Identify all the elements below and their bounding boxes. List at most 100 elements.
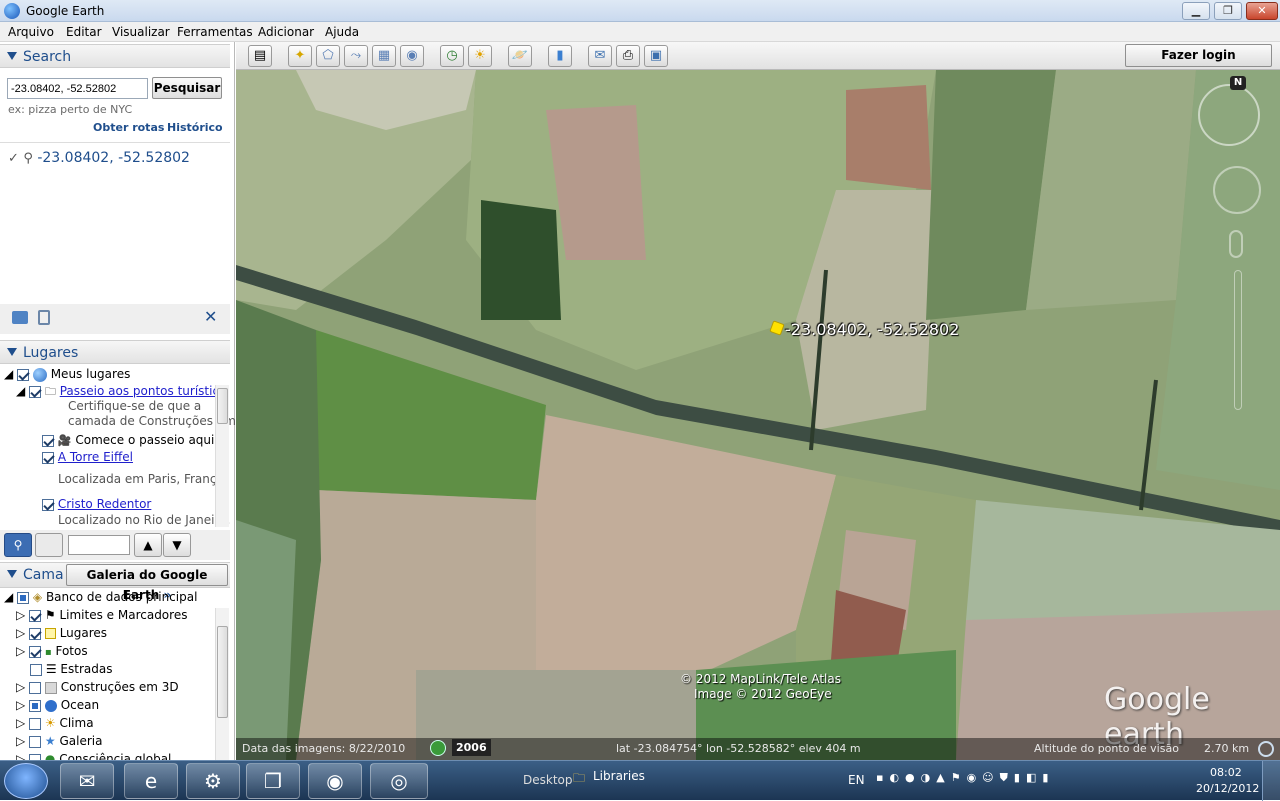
move-down-icon[interactable]: ▼ <box>163 533 191 557</box>
checkbox[interactable] <box>30 663 42 676</box>
system-tray-icons[interactable]: ▪◐●◑▲⚑◉☺⛊▮◧▮ <box>876 771 1096 789</box>
places-header[interactable]: Lugares <box>0 340 230 364</box>
tree-item-label[interactable]: Cristo Redentor <box>58 497 152 511</box>
layer-item-photos[interactable]: ▷ ▪ Fotos <box>16 644 88 658</box>
layer-item-weather[interactable]: ▷ ☀ Clima <box>16 716 94 730</box>
save-image-icon[interactable]: ▣ <box>644 45 668 67</box>
collapse-triangle-icon[interactable] <box>7 570 17 578</box>
checkbox[interactable] <box>29 609 42 622</box>
zoom-slider[interactable] <box>1234 270 1242 410</box>
historical-imagery-icon[interactable]: ◷ <box>440 45 464 67</box>
placemark-label[interactable]: -23.08402, -52.52802 <box>785 320 959 339</box>
compass-ring[interactable] <box>1198 84 1260 146</box>
checkbox[interactable] <box>42 451 54 464</box>
search-header[interactable]: Search <box>0 44 230 68</box>
collapse-triangle-icon[interactable] <box>7 348 17 356</box>
email-icon[interactable]: ✉ <box>588 45 612 67</box>
menu-visualizar[interactable]: Visualizar <box>112 25 170 39</box>
layer-item-places[interactable]: ▷ Lugares <box>16 626 107 640</box>
tree-item-cristo[interactable]: Cristo Redentor <box>42 497 151 511</box>
search-icon[interactable]: ⚲ <box>4 533 32 557</box>
add-path-icon[interactable]: ⤳ <box>344 45 368 67</box>
planets-icon[interactable]: 🪐 <box>508 45 532 67</box>
start-button[interactable] <box>4 763 48 799</box>
search-input[interactable] <box>7 78 148 99</box>
places-scrollbar[interactable] <box>215 385 229 527</box>
record-tour-icon[interactable]: ◉ <box>400 45 424 67</box>
history-link[interactable]: Histórico <box>167 121 223 134</box>
taskbar-firefox-icon[interactable]: ◉ <box>308 763 362 799</box>
menu-arquivo[interactable]: Arquivo <box>8 25 54 39</box>
panel-icon[interactable] <box>35 533 63 557</box>
layer-item-3d-buildings[interactable]: ▷ Construções em 3D <box>16 680 179 694</box>
north-icon[interactable]: N <box>1230 76 1246 90</box>
historical-year[interactable]: 2006 <box>452 739 491 756</box>
add-overlay-icon[interactable]: ▦ <box>372 45 396 67</box>
desktop-toolbar[interactable]: Desktop <box>523 773 573 787</box>
taskbar-window-icon[interactable]: ❐ <box>246 763 300 799</box>
places-filter-input[interactable] <box>68 535 130 555</box>
clock-icon[interactable] <box>430 740 446 756</box>
street-view-icon[interactable] <box>1229 230 1243 258</box>
layer-item-gallery[interactable]: ▷ ★ Galeria <box>16 734 102 748</box>
menu-editar[interactable]: Editar <box>66 25 102 39</box>
print-icon[interactable]: ⎙ <box>616 45 640 67</box>
show-desktop-button[interactable] <box>1262 761 1280 801</box>
checkbox[interactable] <box>29 717 42 730</box>
language-indicator[interactable]: EN <box>848 773 865 787</box>
checkbox[interactable] <box>29 645 42 658</box>
collapse-triangle-icon[interactable] <box>7 52 17 60</box>
layer-item-global-awareness[interactable]: ▷ ● Consciência global <box>16 752 171 760</box>
checkbox[interactable] <box>29 699 42 712</box>
maximize-button[interactable]: ❐ <box>1214 2 1242 20</box>
taskbar-ie-icon[interactable]: e <box>124 763 178 799</box>
gallery-button[interactable]: Galeria do Google Earth » <box>66 564 228 602</box>
look-control[interactable] <box>1213 166 1261 214</box>
add-folder-icon[interactable] <box>12 311 28 324</box>
menu-adicionar[interactable]: Adicionar <box>258 25 314 39</box>
layers-header[interactable]: Cama Galeria do Google Earth » <box>0 562 230 602</box>
paste-icon[interactable] <box>38 310 50 325</box>
search-result[interactable]: ✓ ⚲ -23.08402, -52.52802 <box>8 150 190 166</box>
clock-time[interactable]: 08:02 <box>1210 766 1242 779</box>
tree-item-eiffel[interactable]: A Torre Eiffel <box>42 450 133 464</box>
directions-link[interactable]: Obter rotas <box>93 121 164 134</box>
checkbox[interactable] <box>29 627 42 640</box>
checkbox[interactable] <box>29 681 42 694</box>
menu-ajuda[interactable]: Ajuda <box>325 25 359 39</box>
checkbox[interactable] <box>42 434 54 447</box>
ruler-icon[interactable]: ▮ <box>548 45 572 67</box>
checkbox[interactable] <box>42 498 54 511</box>
checkbox[interactable] <box>29 385 42 398</box>
tree-item-label[interactable]: Passeio aos pontos turístico <box>60 384 227 398</box>
taskbar-google-earth-icon[interactable]: ◎ <box>370 763 428 799</box>
checkbox[interactable] <box>17 591 30 604</box>
layer-item-ocean[interactable]: ▷ Ocean <box>16 698 99 712</box>
checkbox[interactable] <box>17 368 30 381</box>
close-icon[interactable]: ✕ <box>204 307 217 326</box>
menu-ferramentas[interactable]: Ferramentas <box>177 25 253 39</box>
sidebar-toggle-icon[interactable]: ▤ <box>248 45 272 67</box>
tree-item-start-tour[interactable]: 🎥 Comece o passeio aqui <box>42 433 214 447</box>
layers-scrollbar[interactable] <box>215 608 229 760</box>
libraries-toolbar[interactable]: Libraries <box>593 769 645 783</box>
layer-item-borders[interactable]: ▷ ⚑ Limites e Marcadores <box>16 608 187 622</box>
tree-item-label[interactable]: A Torre Eiffel <box>58 450 133 464</box>
map-view[interactable]: -23.08402, -52.52802 © 2012 MapLink/Tele… <box>236 70 1280 760</box>
login-button[interactable]: Fazer login <box>1125 44 1272 67</box>
move-up-icon[interactable]: ▲ <box>134 533 162 557</box>
add-placemark-icon[interactable]: ✦ <box>288 45 312 67</box>
search-button[interactable]: Pesquisar <box>152 77 222 99</box>
taskbar-mail-icon[interactable]: ✉ <box>60 763 114 799</box>
clock-date[interactable]: 20/12/2012 <box>1196 782 1259 795</box>
sunlight-icon[interactable]: ☀ <box>468 45 492 67</box>
checkbox[interactable] <box>29 735 42 748</box>
minimize-button[interactable]: ▁ <box>1182 2 1210 20</box>
add-polygon-icon[interactable]: ⬠ <box>316 45 340 67</box>
taskbar-app-icon[interactable]: ⚙ <box>186 763 240 799</box>
scrollbar-thumb[interactable] <box>217 388 228 424</box>
tree-item-my-places[interactable]: ◢ Meus lugares <box>4 367 130 382</box>
scrollbar-thumb[interactable] <box>217 626 228 718</box>
layer-item-roads[interactable]: ☰ Estradas <box>30 662 112 676</box>
layer-item-primary-db[interactable]: ◢ ◈ Banco de dados principal <box>4 590 197 604</box>
